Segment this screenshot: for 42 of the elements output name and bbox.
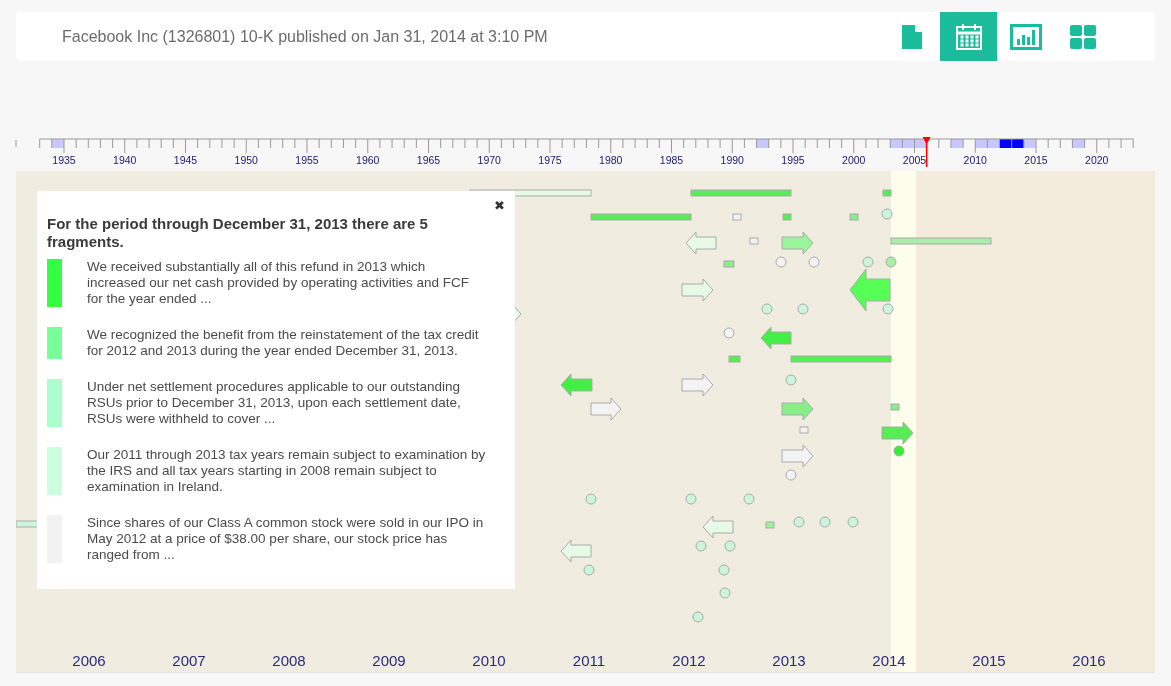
fragment-text: Our 2011 through 2013 tax years remain subject to examination by the IRS and all tax years starting in 2008 remain subject to examination in Ireland.	[87, 447, 487, 495]
timeline-year-label: 2015	[972, 652, 1006, 669]
ruler-year-label: 1940	[113, 154, 137, 166]
popup-heading: For the period through December 31, 2013 there are 5 fragments.	[47, 215, 429, 251]
ruler-year-label: 1970	[477, 154, 501, 166]
grid-icon	[1069, 24, 1096, 49]
timeline-year-label: 2006	[72, 652, 106, 669]
ruler-year-label: 2000	[842, 154, 866, 166]
timeline-year-label: 2010	[472, 652, 506, 669]
ruler-year-label: 2010	[963, 154, 987, 166]
ruler-year-label: 1960	[356, 154, 380, 166]
filing-title: Facebook Inc (1326801) 10-K published on Jan 31, 2014 at 3:10 PM	[62, 27, 548, 46]
fragment-text: Since shares of our Class A common stock were sold in our IPO in May 2012 at a price of $38.00 per share, our stock price has ranged from ...	[87, 515, 485, 563]
fragment-text: We recognized the benefit from the reinstatement of the tax credit for 2012 and 2013 during the year ended December 31, 2013.	[87, 327, 480, 359]
timeline-year-label: 2011	[572, 652, 606, 669]
ruler-year-label: 2020	[1085, 154, 1109, 166]
ruler-year-label: 1965	[416, 154, 441, 166]
fragment-text: We received substantially all of this refund in 2013 which increased our net cash provided by operating activities and FCF for the year ended ...	[87, 259, 470, 307]
calendar-icon	[954, 22, 983, 51]
ruler-year-label: 1990	[720, 154, 744, 166]
timeline-year-label: 2007	[172, 652, 206, 669]
bar-chart-icon	[1009, 23, 1042, 50]
timeline-year-label: 2013	[772, 652, 806, 669]
fragment-text: Under net settlement procedures applicable to our outstanding RSUs prior to December 31, 2013, upon each settlement date, RSUs were withheld to cover ...	[87, 379, 462, 427]
timeline-year-label: 2008	[272, 652, 306, 669]
ruler-year-label: 1975	[538, 154, 562, 166]
ruler-year-label: 2005	[902, 154, 927, 166]
view-button[interactable]	[940, 12, 997, 61]
ruler-year-label: 1985	[659, 154, 684, 166]
close-button[interactable]: ✖	[492, 196, 507, 215]
timeline-year-label: 2014	[872, 652, 906, 669]
ruler-year-label: 1955	[295, 154, 319, 166]
timeline-year-label: 2012	[672, 652, 706, 669]
ruler-year-label: 1945	[173, 154, 198, 166]
timeline-year-label: 2009	[372, 652, 406, 669]
ruler-year-label: 1980	[599, 154, 623, 166]
timeline-year-label: 2016	[1072, 652, 1106, 669]
ruler-year-label: 1950	[234, 154, 258, 166]
document-icon	[901, 24, 922, 49]
ruler-year-label: 1935	[52, 154, 76, 166]
ruler-year-label: 2015	[1024, 154, 1048, 166]
ruler-year-label: 1995	[781, 154, 805, 166]
